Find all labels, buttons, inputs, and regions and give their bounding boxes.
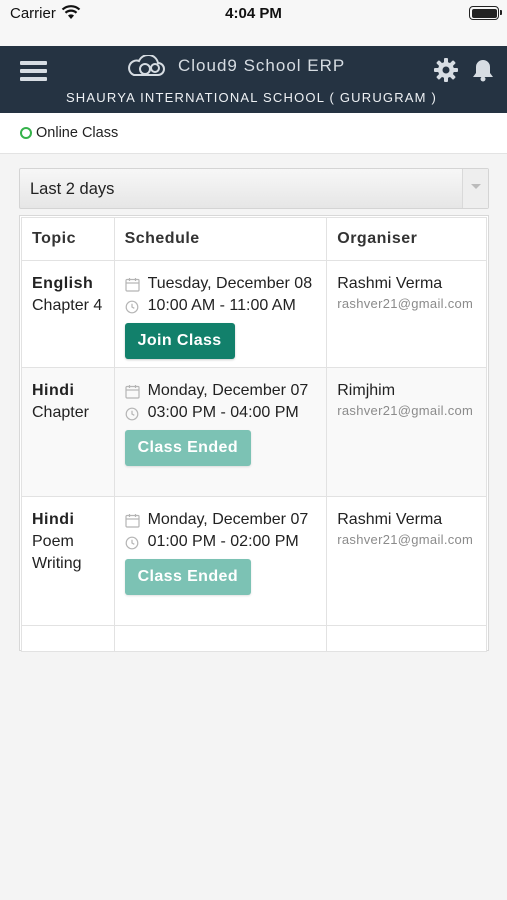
chevron-down-icon[interactable] bbox=[462, 169, 488, 208]
clock-icon bbox=[125, 535, 139, 557]
cloud9-logo-icon bbox=[125, 53, 169, 84]
topic-line: Writing bbox=[32, 555, 82, 572]
status-bar: Carrier 4:04 PM bbox=[0, 0, 507, 46]
organiser-cell: Rashmi Verma rashver21@gmail.com bbox=[326, 260, 487, 368]
table-row: Hindi Poem Writing Monday, December 07 0… bbox=[21, 496, 487, 626]
menu-icon[interactable] bbox=[20, 61, 47, 82]
status-circle-icon bbox=[20, 127, 32, 139]
organiser-email: rashver21@gmail.com bbox=[337, 403, 474, 418]
organiser-name: Rashmi Verma bbox=[337, 511, 443, 528]
organiser-cell: Rimjhim rashver21@gmail.com bbox=[326, 367, 487, 497]
topic-cell: Hindi Chapter bbox=[21, 367, 115, 497]
date-range-value: Last 2 days bbox=[30, 180, 115, 198]
topic-subject: English bbox=[32, 275, 94, 292]
gear-icon[interactable] bbox=[433, 57, 459, 88]
class-time: 03:00 PM - 04:00 PM bbox=[147, 404, 299, 421]
topic-cell: Hindi Poem Writing bbox=[21, 496, 115, 626]
class-time: 10:00 AM - 11:00 AM bbox=[147, 297, 296, 314]
class-time: 01:00 PM - 02:00 PM bbox=[147, 533, 299, 550]
schedule-cell: Tuesday, December 08 10:00 AM - 11:00 AM… bbox=[113, 260, 328, 368]
table-row: English Chapter 4 Tuesday, December 08 1… bbox=[21, 260, 487, 368]
join-class-button[interactable]: Join Class bbox=[124, 323, 235, 359]
page-title: Online Class bbox=[36, 125, 119, 141]
class-date: Monday, December 07 bbox=[147, 511, 309, 528]
topic-line: Chapter 4 bbox=[32, 297, 103, 314]
battery-icon bbox=[469, 6, 502, 20]
clock-icon bbox=[125, 406, 139, 428]
clock-time: 4:04 PM bbox=[225, 5, 282, 22]
table-row: Hindi Chapter Monday, December 07 03:00 … bbox=[21, 367, 487, 497]
header-topic: Topic bbox=[21, 217, 115, 261]
class-ended-button[interactable]: Class Ended bbox=[124, 430, 251, 466]
topic-line: Chapter bbox=[32, 404, 89, 421]
header-organiser: Organiser bbox=[326, 217, 487, 261]
online-class-table: Topic Schedule Organiser English Chapter… bbox=[19, 215, 489, 652]
app-title: Cloud9 School ERP bbox=[178, 56, 346, 75]
app-header: Cloud9 School ERP SHAURYA INTERNATIONAL … bbox=[0, 46, 507, 113]
breadcrumb: Online Class bbox=[0, 113, 507, 154]
topic-subject: Hindi bbox=[32, 511, 75, 528]
schedule-cell: Monday, December 07 01:00 PM - 02:00 PM … bbox=[113, 496, 328, 626]
organiser-name: Rimjhim bbox=[337, 382, 396, 399]
topic-cell: English Chapter 4 bbox=[21, 260, 115, 368]
class-date: Tuesday, December 08 bbox=[147, 275, 313, 292]
table-empty-row bbox=[21, 625, 487, 652]
class-date: Monday, December 07 bbox=[147, 382, 309, 399]
topic-line: Poem bbox=[32, 533, 74, 550]
clock-icon bbox=[125, 299, 139, 321]
organiser-email: rashver21@gmail.com bbox=[337, 296, 474, 311]
topic-subject: Hindi bbox=[32, 382, 75, 399]
class-ended-button[interactable]: Class Ended bbox=[124, 559, 251, 595]
bell-icon[interactable] bbox=[472, 58, 494, 87]
school-name: SHAURYA INTERNATIONAL SCHOOL ( GURUGRAM … bbox=[65, 90, 438, 105]
organiser-name: Rashmi Verma bbox=[337, 275, 443, 292]
organiser-email: rashver21@gmail.com bbox=[337, 532, 474, 547]
header-schedule: Schedule bbox=[113, 217, 328, 261]
date-range-select[interactable]: Last 2 days bbox=[19, 168, 489, 209]
organiser-cell: Rashmi Verma rashver21@gmail.com bbox=[326, 496, 487, 626]
schedule-cell: Monday, December 07 03:00 PM - 04:00 PM … bbox=[113, 367, 328, 497]
